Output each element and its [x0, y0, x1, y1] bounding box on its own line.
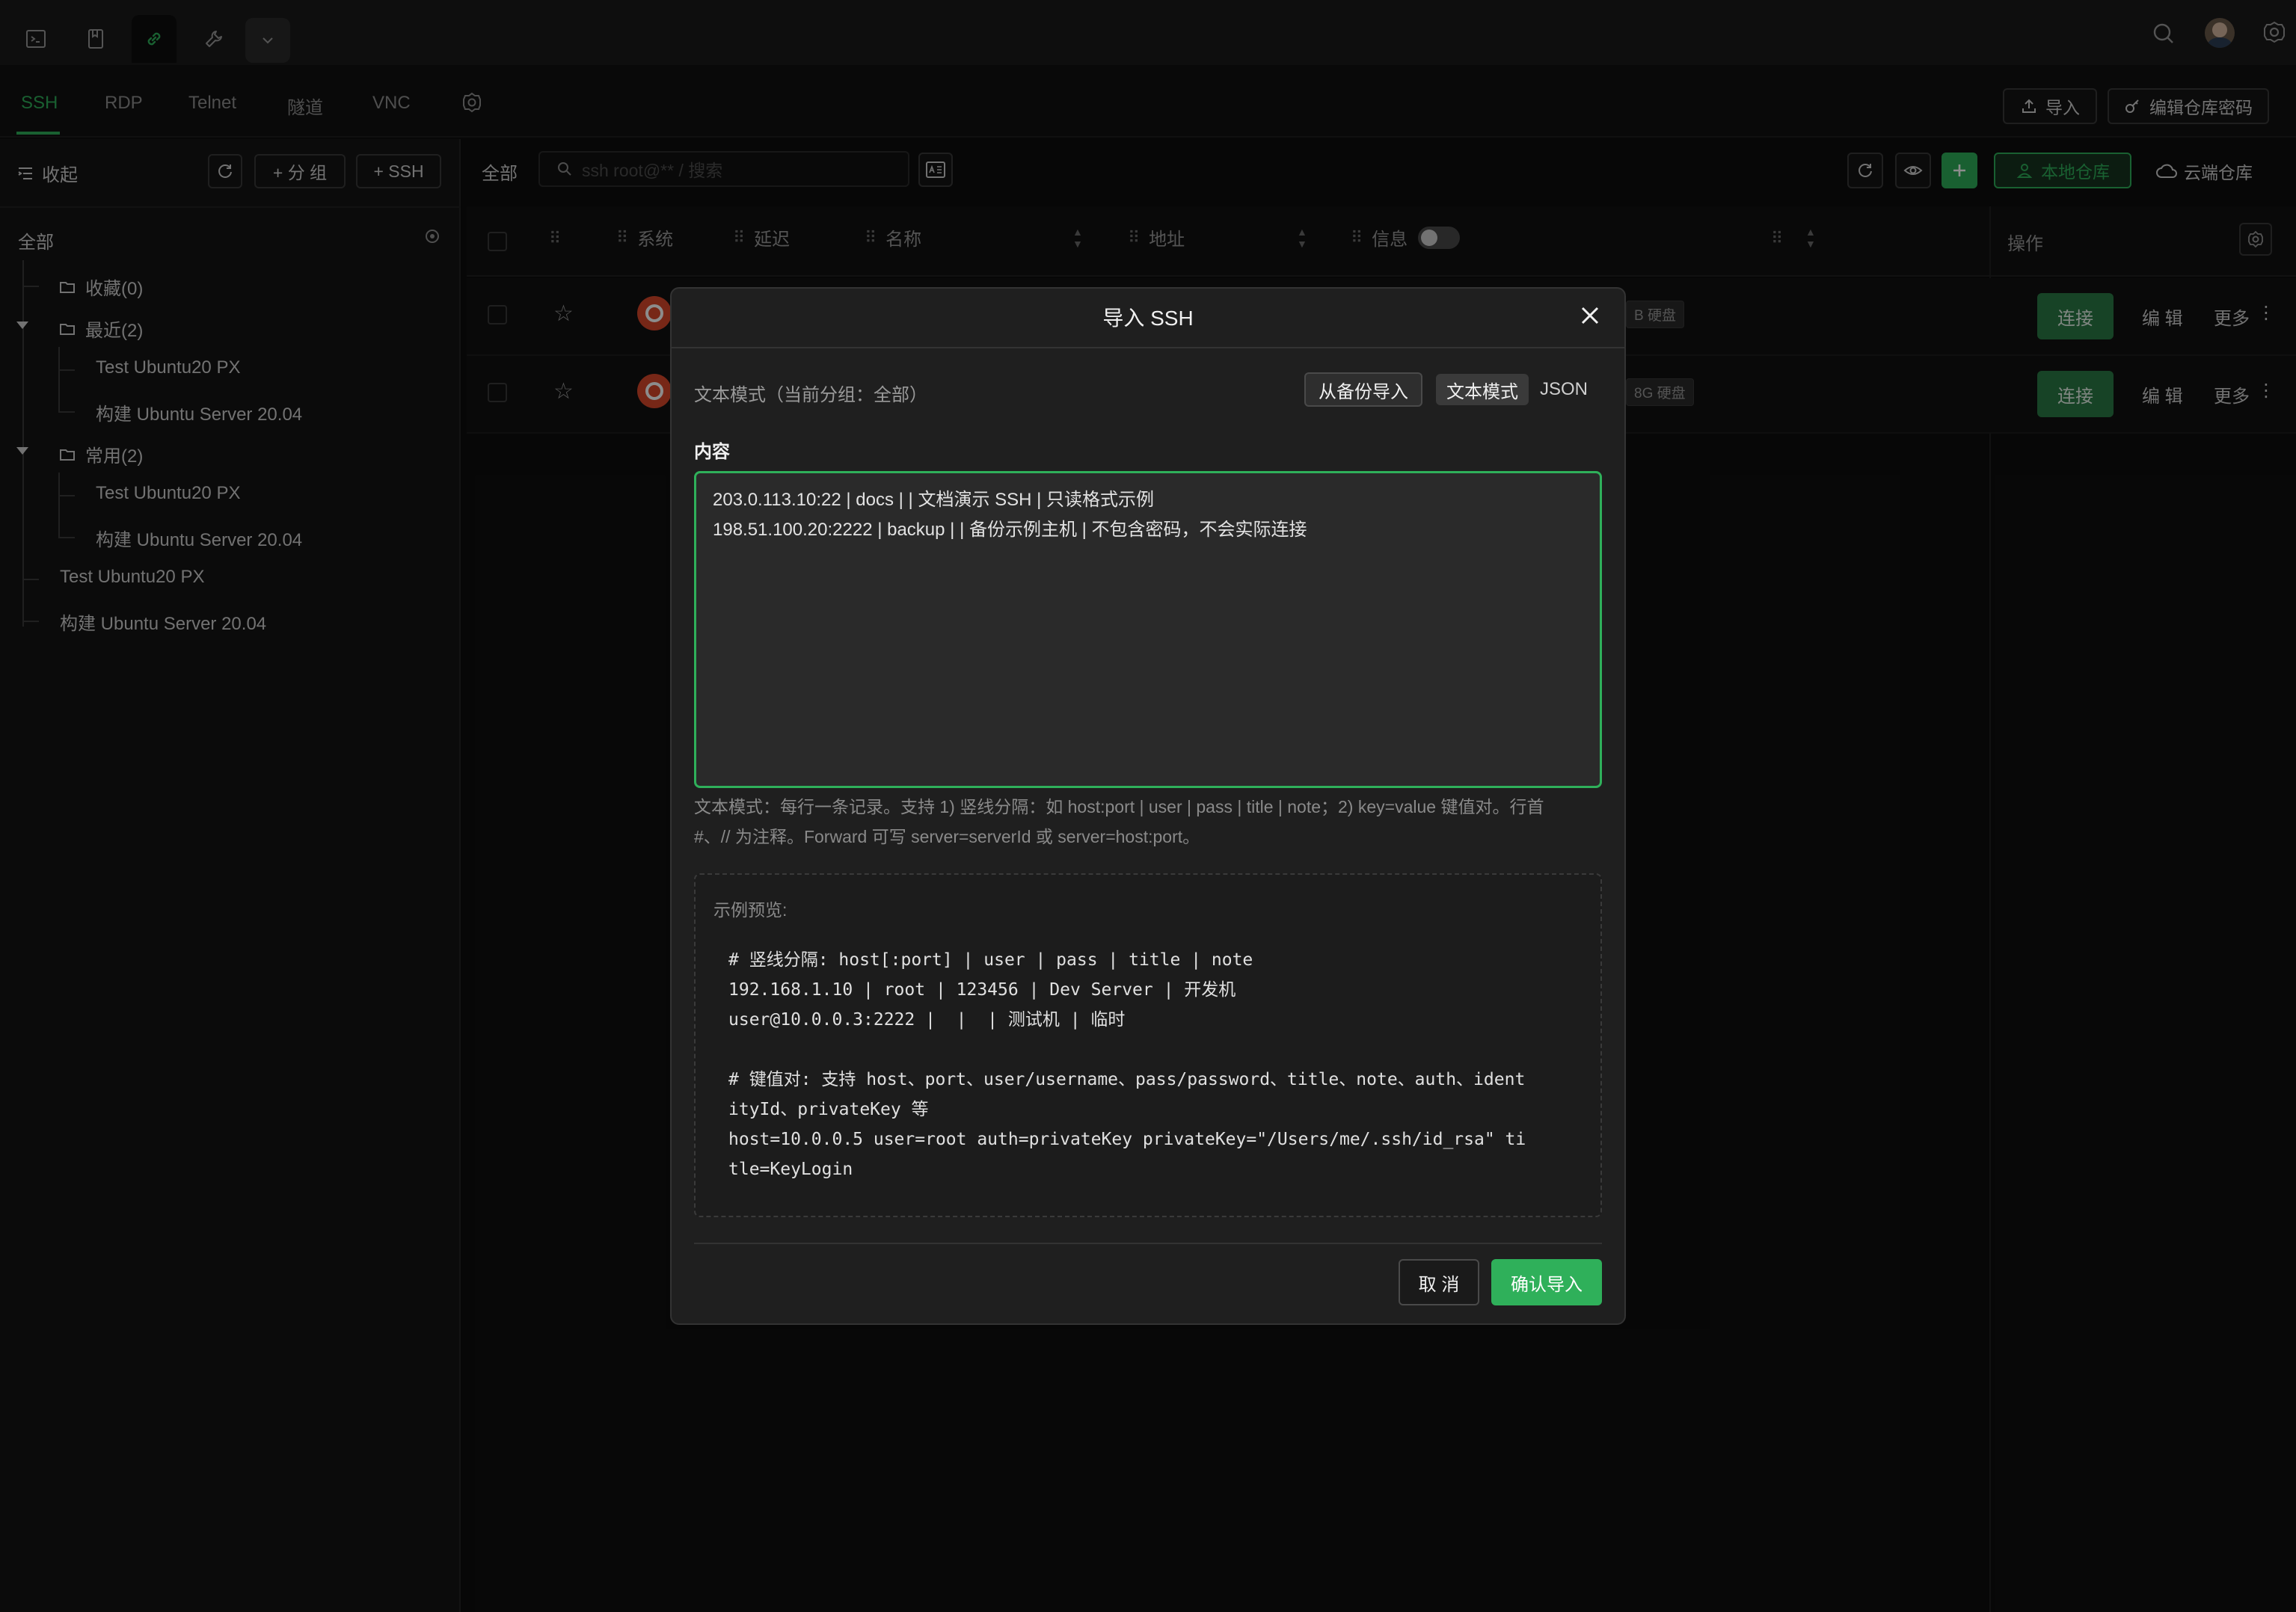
preview-line: # 竖线分隔: host[:port] | user | pass | titl… [728, 950, 1253, 970]
preview-line: 192.168.1.10 | root | 123456 | Dev Serve… [728, 980, 1236, 1000]
footer-divider [694, 1243, 1602, 1244]
mode-hint: 文本模式（当前分组：全部） [694, 385, 927, 405]
from-backup-button[interactable]: 从备份导入 [1304, 372, 1422, 407]
help-text-line: #、// 为注释。Forward 可写 server=serverId 或 se… [694, 827, 1200, 846]
preview-line [728, 1035, 1526, 1065]
content-textarea[interactable]: 203.0.113.10:22 | docs | | 文档演示 SSH | 只读… [694, 471, 1602, 788]
close-button[interactable] [1578, 304, 1602, 327]
preview-code: # 竖线分隔: host[:port] | user | pass | titl… [728, 945, 1526, 1184]
json-mode-tab[interactable]: JSON [1535, 374, 1593, 405]
preview-line: # 键值对: 支持 host、port、user/username、pass/p… [728, 1070, 1526, 1089]
confirm-import-button[interactable]: 确认导入 [1491, 1259, 1602, 1305]
text-mode-tab[interactable]: 文本模式 [1436, 374, 1529, 405]
preview-line: tle=KeyLogin [728, 1160, 853, 1179]
preview-label: 示例预览: [713, 900, 788, 920]
preview-line: ityId、privateKey 等 [728, 1100, 929, 1119]
content-label: 内容 [694, 442, 730, 462]
preview-line: host=10.0.0.5 user=root auth=privateKey … [728, 1130, 1526, 1149]
close-icon [1581, 307, 1599, 324]
cancel-button[interactable]: 取 消 [1399, 1259, 1479, 1305]
dialog-title: 导入 SSH [1102, 307, 1194, 330]
help-text-line: 文本模式：每行一条记录。支持 1) 竖线分隔：如 host:port | use… [694, 797, 1544, 816]
dialog-divider [672, 347, 1624, 348]
preview-line: user@10.0.0.3:2222 | | | 测试机 | 临时 [728, 1010, 1126, 1030]
